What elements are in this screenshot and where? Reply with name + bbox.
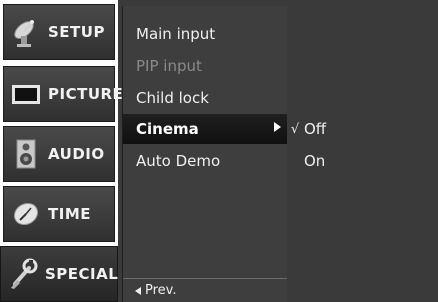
option-label: On <box>304 152 326 170</box>
tab-audio[interactable]: AUDIO <box>3 126 115 182</box>
tv-screen-icon <box>12 85 40 104</box>
tab-time-label: TIME <box>48 205 91 223</box>
prev-label: Prev. <box>145 283 177 298</box>
clock-icon <box>13 202 39 226</box>
osd-menu: SETUP PICTURE AUDIO TIME SPECIAL Main in… <box>0 0 438 302</box>
tab-audio-label: AUDIO <box>48 145 105 163</box>
tab-picture-label: PICTURE <box>48 85 124 103</box>
option-on[interactable]: On <box>287 149 427 173</box>
menu-item-child-lock[interactable]: Child lock <box>123 83 287 113</box>
option-label: Off <box>304 120 327 138</box>
menu-item-label: PIP input <box>136 57 202 75</box>
submenu-arrow-icon <box>274 122 281 132</box>
tab-special-label: SPECIAL <box>45 265 119 283</box>
menu-tabs: SETUP PICTURE AUDIO TIME SPECIAL <box>0 0 123 302</box>
checkmark-icon: √ <box>290 121 300 137</box>
back-arrow-icon <box>135 286 141 295</box>
menu-item-label: Cinema <box>136 120 199 138</box>
tab-picture[interactable]: PICTURE <box>3 66 123 122</box>
menu-item-main-input[interactable]: Main input <box>123 19 287 49</box>
menu-item-pip-input: PIP input <box>123 51 287 81</box>
menu-item-label: Main input <box>136 25 216 43</box>
special-submenu: Main input PIP input Child lock Cinema A… <box>122 6 287 302</box>
menu-item-label: Child lock <box>136 89 209 107</box>
tab-setup[interactable]: SETUP <box>3 4 115 60</box>
satellite-dish-icon <box>14 20 34 47</box>
tab-time[interactable]: TIME <box>3 186 115 242</box>
menu-item-cinema[interactable]: Cinema <box>123 114 287 144</box>
tab-special[interactable]: SPECIAL <box>0 246 118 302</box>
prev-button[interactable]: Prev. <box>123 278 287 302</box>
menu-item-auto-demo[interactable]: Auto Demo <box>123 146 287 176</box>
option-off[interactable]: √ Off <box>287 117 427 141</box>
tab-setup-label: SETUP <box>48 23 105 41</box>
wrench-icon <box>11 258 38 289</box>
menu-item-label: Auto Demo <box>136 152 221 170</box>
speaker-icon <box>16 139 36 169</box>
cinema-options: √ Off On <box>287 6 438 302</box>
